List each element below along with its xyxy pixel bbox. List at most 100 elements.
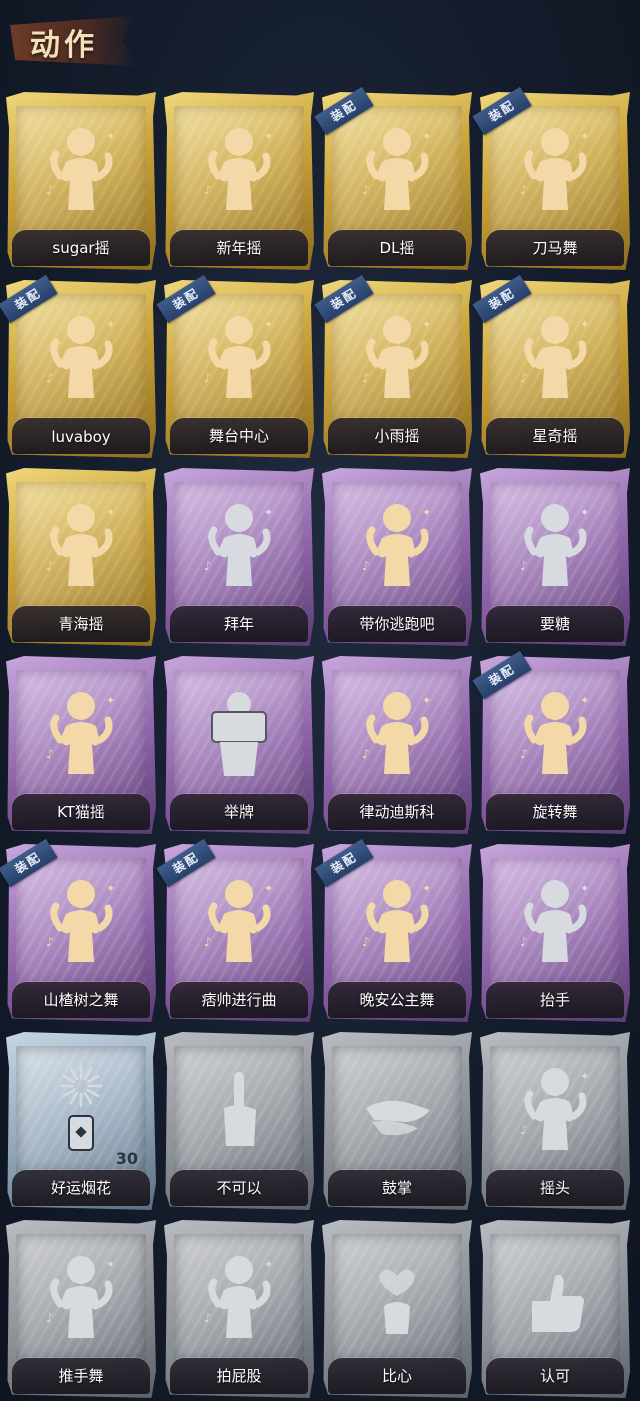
card-name: 律动迪斯科 (359, 803, 435, 821)
card-name: 推手舞 (58, 1367, 104, 1385)
dancer-wave-icon: ♪ ✦ (352, 306, 442, 406)
svg-text:♪: ♪ (520, 559, 528, 573)
emote-card[interactable]: ♪ ✦ 青海摇 (6, 468, 156, 646)
svg-text:♪: ♪ (520, 183, 528, 197)
emote-card[interactable]: 认可 (480, 1220, 630, 1398)
svg-text:♪: ♪ (46, 183, 54, 197)
emote-card[interactable]: ♪ ✦ 星奇摇 装配 (472, 274, 630, 458)
card-name: 要糖 (539, 615, 570, 633)
emote-card[interactable]: ♪ ✦ 推手舞 (6, 1220, 156, 1398)
emote-card[interactable]: 举牌 (164, 656, 314, 834)
emote-card[interactable]: ♪ ✦ 拍屁股 (164, 1220, 314, 1398)
svg-text:✦: ✦ (106, 130, 115, 143)
emote-card[interactable]: ♪ ✦ 抬手 (480, 844, 630, 1022)
card-name: sugar摇 (52, 239, 110, 257)
svg-text:✦: ✦ (580, 1070, 589, 1083)
emote-card[interactable]: ♪ ✦ 拜年 (164, 468, 314, 646)
emote-card[interactable]: ♪ ✦ 摇头 (480, 1032, 630, 1210)
bow-greeting-icon: ♪ ✦ (194, 494, 284, 594)
svg-text:✦: ✦ (422, 130, 431, 143)
emote-card[interactable]: ♪ ✦ 律动迪斯科 (322, 656, 472, 834)
thumbs-up-icon (510, 1246, 600, 1346)
svg-text:♪: ♪ (362, 371, 370, 385)
emote-card[interactable]: ♪ ✦ 山楂树之舞 装配 (0, 838, 156, 1022)
card-name: KT猫摇 (57, 803, 105, 821)
finger-wag-icon (194, 1058, 284, 1158)
dancer-arms-up-icon: ♪ ✦ (36, 870, 126, 970)
emote-card[interactable]: 比心 (322, 1220, 472, 1398)
svg-text:✦: ✦ (580, 882, 589, 895)
svg-text:♪: ♪ (362, 747, 370, 761)
svg-text:♪: ♪ (362, 935, 370, 949)
emote-card[interactable]: ♪ ✦ 舞台中心 装配 (156, 274, 314, 458)
dancer-fist-icon: ♪ ✦ (510, 118, 600, 218)
emote-card[interactable]: ♪ ✦ 小雨摇 装配 (314, 274, 472, 458)
dancer-shake-icon: ♪ ✦ (36, 118, 126, 218)
emote-card[interactable]: ♪ ✦ DL摇 装配 (314, 86, 472, 270)
emote-card[interactable]: ♪ ✦ 要糖 (480, 468, 630, 646)
svg-text:✦: ✦ (106, 694, 115, 707)
dancer-center-icon: ♪ ✦ (194, 306, 284, 406)
emote-card[interactable]: ♪ ✦ sugar摇 (6, 92, 156, 270)
dancer-shake-icon: ♪ ✦ (36, 494, 126, 594)
svg-text:♪: ♪ (204, 1311, 212, 1325)
emote-card[interactable]: ♪ ✦ 新年摇 (164, 92, 314, 270)
candy-beg-icon: ♪ ✦ (510, 494, 600, 594)
svg-text:✦: ✦ (580, 130, 589, 143)
svg-text:♪: ♪ (520, 371, 528, 385)
svg-text:♪: ♪ (46, 747, 54, 761)
svg-text:♪: ♪ (520, 747, 528, 761)
svg-text:♪: ♪ (46, 559, 54, 573)
dancer-cross-arms-icon: ♪ ✦ (36, 306, 126, 406)
svg-text:✦: ✦ (264, 506, 273, 519)
card-name: 好运烟花 (50, 1179, 111, 1197)
dancer-reach-icon: ♪ ✦ (352, 494, 442, 594)
finger-heart-icon (352, 1246, 442, 1346)
emote-card[interactable]: 鼓掌 (322, 1032, 472, 1210)
section-header: 动作 (0, 0, 640, 88)
card-name: 旋转舞 (532, 803, 578, 821)
dancer-curtsy-icon: ♪ ✦ (352, 870, 442, 970)
svg-text:♪: ♪ (520, 935, 528, 949)
svg-text:✦: ✦ (422, 318, 431, 331)
svg-text:✦: ✦ (264, 130, 273, 143)
emote-card[interactable]: ♪ ✦ 痞帅进行曲 装配 (156, 838, 314, 1022)
svg-text:♪: ♪ (204, 371, 212, 385)
dancer-sparkle-icon: ♪ ✦ (510, 306, 600, 406)
emote-card[interactable]: ♪ ✦ 旋转舞 装配 (472, 650, 630, 834)
card-name: 认可 (539, 1367, 570, 1385)
firework-icon (36, 1058, 126, 1158)
svg-text:♪: ♪ (204, 183, 212, 197)
card-name: 刀马舞 (532, 239, 578, 257)
card-name: 小雨摇 (374, 427, 420, 445)
emote-card[interactable]: ♪ ✦ 带你逃跑吧 (322, 468, 472, 646)
card-name: 新年摇 (216, 239, 262, 257)
svg-text:♪: ♪ (46, 1311, 54, 1325)
section-title: 动作 (30, 28, 98, 63)
dancer-sway-icon: ♪ ✦ (36, 682, 126, 782)
card-name: luvaboy (51, 428, 111, 446)
svg-text:♪: ♪ (204, 935, 212, 949)
raise-hand-icon: ♪ ✦ (510, 870, 600, 970)
emote-card[interactable]: ♪ ✦ KT猫摇 (6, 656, 156, 834)
svg-text:✦: ✦ (264, 882, 273, 895)
hold-sign-icon (194, 682, 284, 782)
pat-butt-icon: ♪ ✦ (194, 1246, 284, 1346)
emote-card[interactable]: ♪ ✦ 晚安公主舞 装配 (314, 838, 472, 1022)
svg-text:✦: ✦ (106, 882, 115, 895)
emote-card[interactable]: ♪ ✦ luvaboy 装配 (0, 274, 156, 458)
card-name: 鼓掌 (381, 1179, 412, 1197)
card-name: 比心 (381, 1367, 412, 1385)
dancer-spin-icon: ♪ ✦ (510, 682, 600, 782)
svg-text:♪: ♪ (520, 1123, 528, 1137)
card-name: 山楂树之舞 (43, 991, 119, 1009)
clap-hands-icon (352, 1058, 442, 1158)
card-name: 星奇摇 (532, 427, 578, 445)
card-name: 青海摇 (58, 615, 104, 633)
emote-collection-screen: 动作 ♪ ✦ sugar摇 ♪ ✦ 新年摇 ♪ ✦ DL摇 装配 ♪ ✦ 刀马舞 装配 ♪ ✦ luvaboy 装… (0, 0, 640, 1401)
emote-card[interactable]: 好运烟花 30 (6, 1032, 156, 1210)
card-name: 痞帅进行曲 (201, 991, 277, 1009)
emote-card[interactable]: 不可以 (164, 1032, 314, 1210)
emote-card[interactable]: ♪ ✦ 刀马舞 装配 (472, 86, 630, 270)
card-name: 带你逃跑吧 (359, 615, 435, 633)
